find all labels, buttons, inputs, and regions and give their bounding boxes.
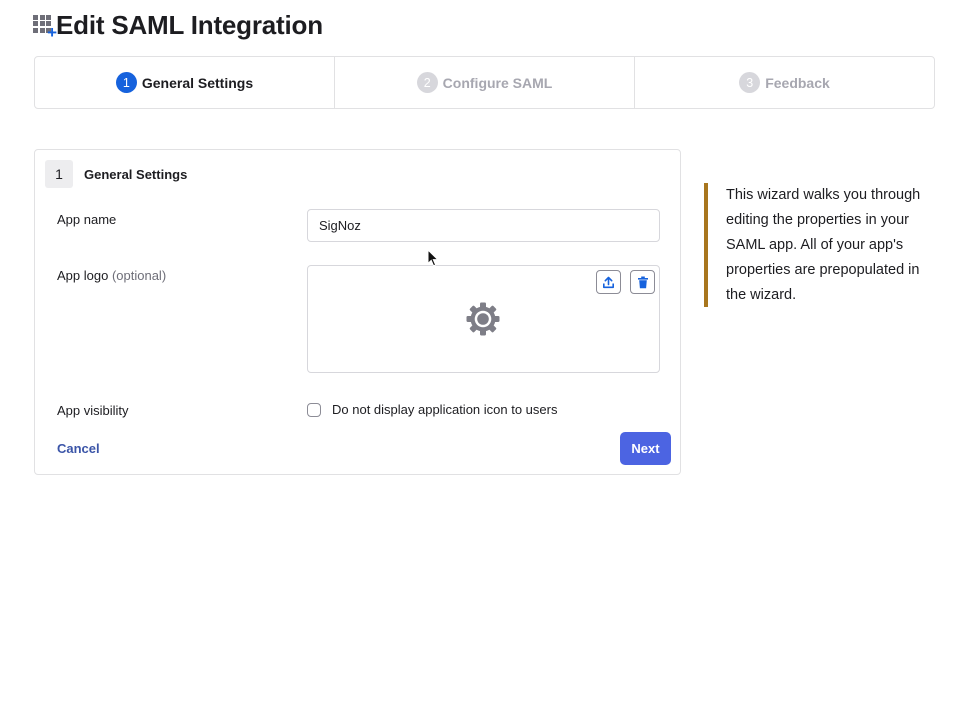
upload-icon (603, 276, 614, 288)
help-panel: This wizard walks you through editing th… (704, 183, 940, 307)
step-configure-saml[interactable]: 2 Configure SAML (334, 57, 634, 108)
app-name-label: App name (57, 212, 117, 227)
step-label: General Settings (141, 74, 254, 91)
step-number: 3 (739, 72, 761, 93)
help-text: This wizard walks you through editing th… (726, 187, 921, 303)
app-logo-dropzone[interactable] (307, 265, 660, 373)
trash-icon (637, 276, 648, 288)
app-grid-plus-icon: + (33, 14, 57, 41)
cancel-button[interactable]: Cancel (57, 441, 100, 456)
app-visibility-label: App visibility (57, 403, 129, 418)
mouse-cursor-icon (427, 249, 439, 267)
step-number: 1 (115, 72, 137, 93)
hide-icon-checkbox[interactable] (307, 402, 321, 417)
step-general-settings[interactable]: 1 General Settings (35, 57, 334, 108)
section-number-badge: 1 (45, 160, 73, 188)
step-number: 2 (416, 72, 438, 93)
next-button[interactable]: Next (620, 432, 671, 465)
optional-hint: (optional) (111, 268, 167, 283)
upload-logo-button[interactable] (596, 270, 621, 294)
wizard-stepper: 1 General Settings 2 Configure SAML 3 Fe… (34, 56, 935, 109)
app-name-input[interactable] (307, 209, 660, 242)
step-feedback[interactable]: 3 Feedback (634, 57, 934, 108)
gear-icon (466, 302, 500, 336)
hide-icon-checkbox-label[interactable]: Do not display application icon to users (332, 402, 557, 417)
general-settings-card: 1 General Settings App name App logo (op… (34, 149, 681, 475)
card-header: 1 General Settings (45, 160, 187, 188)
section-title: General Settings (84, 166, 188, 182)
step-label: Configure SAML (442, 74, 553, 91)
visibility-option: Do not display application icon to users (307, 402, 557, 417)
app-logo-label: App logo (optional) (57, 268, 166, 283)
page-header: + Edit SAML Integration (33, 10, 323, 41)
step-label: Feedback (765, 74, 830, 91)
delete-logo-button[interactable] (630, 270, 655, 294)
page-title: Edit SAML Integration (56, 10, 323, 40)
app-logo-label-text: App logo (57, 268, 109, 283)
